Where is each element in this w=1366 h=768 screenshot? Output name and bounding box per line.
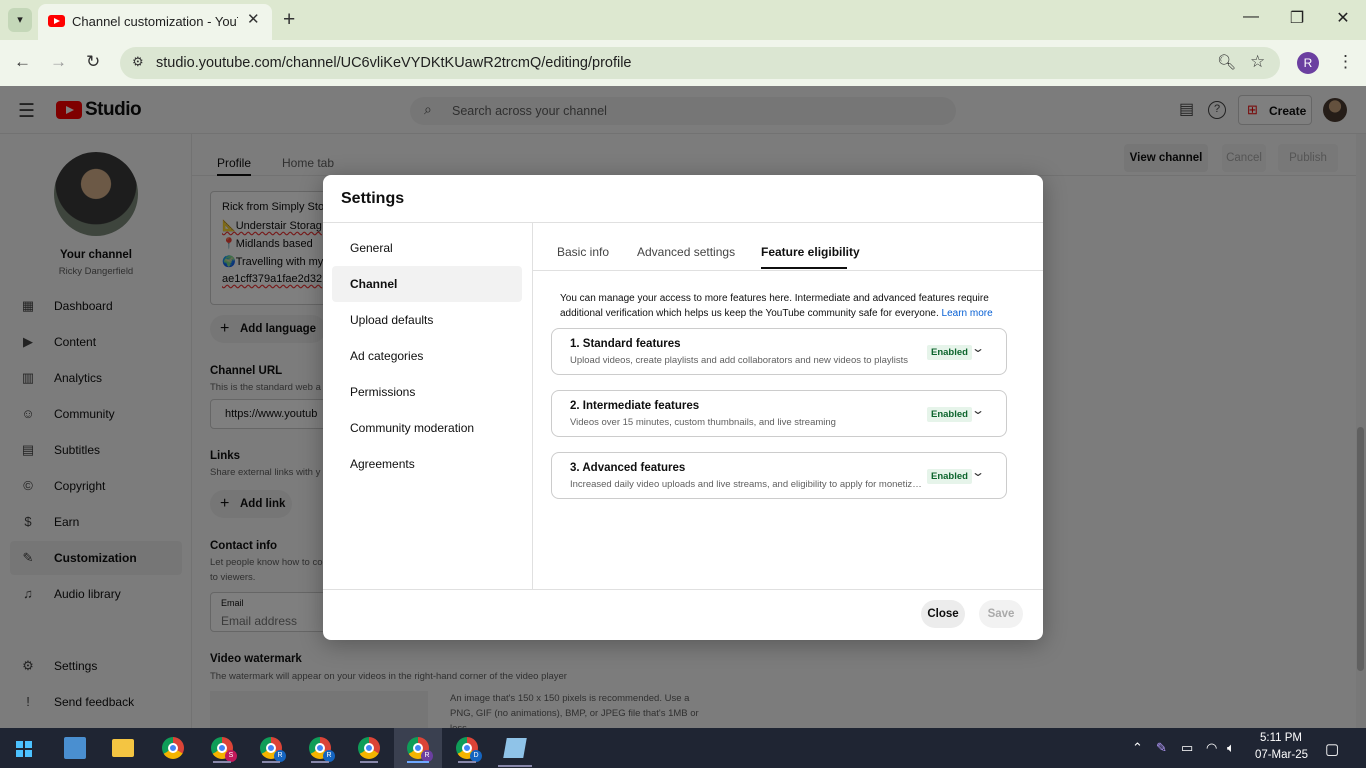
tabs-divider (533, 270, 1043, 271)
taskbar-chrome-profile-r1[interactable]: R (254, 733, 288, 763)
intermediate-features-card[interactable]: 2. Intermediate features Videos over 15 … (551, 390, 1007, 437)
new-tab-icon[interactable]: + (283, 8, 295, 32)
close-button[interactable]: Close (921, 600, 965, 628)
browser-tab-strip: ▾ Channel customization - YouTube Studio… (0, 0, 1366, 40)
status-badge: Enabled (927, 345, 972, 360)
feature-title: 3. Advanced features (570, 462, 686, 474)
feature-description: Upload videos, create playlists and add … (570, 355, 908, 366)
taskbar-chrome-2[interactable] (352, 733, 386, 763)
learn-more-link[interactable]: Learn more (942, 308, 993, 319)
windows-start-icon[interactable] (16, 741, 32, 757)
advanced-features-card[interactable]: 3. Advanced features Increased daily vid… (551, 452, 1007, 499)
save-button[interactable]: Save (979, 600, 1023, 628)
youtube-favicon-icon (48, 15, 65, 27)
tab-basic-info[interactable]: Basic info (557, 245, 609, 259)
taskbar-chrome-profile-r2[interactable]: R (303, 733, 337, 763)
wifi-icon[interactable]: ◠ (1206, 740, 1217, 756)
url-text[interactable]: studio.youtube.com/channel/UC6vliKeVYDKt… (156, 55, 632, 71)
profile-avatar[interactable]: R (1297, 52, 1319, 74)
settings-item-label: Community moderation (350, 421, 475, 435)
tab-advanced-settings[interactable]: Advanced settings (637, 245, 735, 259)
settings-dialog: Settings General Channel Upload defaults… (323, 175, 1043, 640)
pen-icon[interactable]: ✎ (1156, 740, 1167, 756)
settings-item-permissions[interactable]: Permissions (332, 374, 522, 410)
taskbar-chrome-profile-r3[interactable]: R (401, 733, 435, 763)
running-indicator (311, 761, 329, 763)
feature-title: 1. Standard features (570, 338, 681, 350)
running-indicator (262, 761, 280, 763)
settings-item-label: Upload defaults (350, 313, 434, 327)
settings-item-channel[interactable]: Channel (332, 266, 522, 302)
minimize-icon[interactable]: — (1236, 8, 1266, 26)
calculator-icon[interactable] (64, 737, 86, 759)
restore-icon[interactable]: ❐ (1282, 8, 1312, 28)
settings-item-community-moderation[interactable]: Community moderation (332, 410, 522, 446)
notepad-app-icon[interactable] (503, 738, 527, 758)
clock-time[interactable]: 5:11 PM (1250, 732, 1302, 744)
dialog-nav-divider (532, 223, 533, 589)
tab-title: Channel customization - YouTube Studio (72, 14, 238, 29)
feature-intro: You can manage your access to more featu… (560, 291, 1000, 321)
running-indicator (498, 765, 532, 767)
clock-date[interactable]: 07-Mar-25 (1250, 749, 1308, 761)
standard-features-card[interactable]: 1. Standard features Upload videos, crea… (551, 328, 1007, 375)
tab-feature-eligibility[interactable]: Feature eligibility (761, 245, 860, 259)
volume-icon[interactable]: 🔈︎ (1227, 740, 1235, 756)
browser-menu-icon[interactable]: ⋮ (1337, 52, 1354, 72)
omnibox[interactable]: ⚙ studio.youtube.com/channel/UC6vliKeVYD… (120, 47, 1280, 79)
settings-item-general[interactable]: General (332, 230, 522, 266)
tray-chevron-up-icon[interactable]: ⌃ (1132, 740, 1143, 756)
feature-description: Increased daily video uploads and live s… (570, 479, 925, 490)
settings-item-label: Permissions (350, 385, 416, 399)
window-close-icon[interactable]: ✕ (1328, 8, 1358, 28)
feature-title: 2. Intermediate features (570, 400, 700, 412)
feature-intro-text: You can manage your access to more featu… (560, 293, 989, 319)
settings-item-label: Agreements (350, 457, 415, 471)
zoom-icon[interactable]: 🔍︎ (1217, 53, 1236, 71)
notifications-icon[interactable]: ▢ (1325, 740, 1339, 758)
tab-active-underline (761, 267, 847, 269)
settings-item-label: Ad categories (350, 349, 424, 363)
chevron-down-icon[interactable]: ⌄ (971, 341, 985, 355)
dialog-header-divider (323, 222, 1043, 223)
forward-icon[interactable]: → (50, 52, 67, 72)
running-indicator (407, 761, 429, 763)
browser-tab[interactable]: Channel customization - YouTube Studio ✕ (38, 4, 272, 40)
taskbar-chrome-profile-s[interactable]: S (205, 733, 239, 763)
tab-close-icon[interactable]: ✕ (247, 10, 260, 28)
settings-item-agreements[interactable]: Agreements (332, 446, 522, 482)
tab-search-chevron-icon[interactable]: ▾ (8, 8, 32, 32)
status-badge: Enabled (927, 407, 972, 422)
settings-item-ad-categories[interactable]: Ad categories (332, 338, 522, 374)
taskbar-chrome[interactable] (156, 733, 190, 763)
chrome-icon (162, 737, 184, 759)
file-explorer-icon[interactable] (112, 739, 134, 757)
taskbar-chrome-profile-d[interactable]: D (450, 733, 484, 763)
bookmark-star-icon[interactable]: ☆ (1250, 52, 1265, 72)
modal-backdrop-header (0, 86, 1366, 134)
chrome-icon (358, 737, 380, 759)
settings-item-label: Channel (350, 277, 398, 291)
battery-icon[interactable]: ▭ (1181, 740, 1193, 756)
running-indicator (213, 761, 231, 763)
settings-item-upload-defaults[interactable]: Upload defaults (332, 302, 522, 338)
settings-item-label: General (350, 241, 393, 255)
chevron-down-icon[interactable]: ⌄ (971, 403, 985, 417)
running-indicator (458, 761, 476, 763)
status-badge: Enabled (927, 469, 972, 484)
chevron-down-icon[interactable]: ⌄ (971, 465, 985, 479)
site-info-icon[interactable]: ⚙ (132, 54, 144, 70)
back-icon[interactable]: ← (14, 52, 31, 72)
running-indicator (360, 761, 378, 763)
dialog-footer-divider (323, 589, 1043, 590)
feature-description: Videos over 15 minutes, custom thumbnail… (570, 417, 836, 428)
dialog-title: Settings (341, 190, 405, 207)
reload-icon[interactable]: ↻ (86, 52, 100, 72)
